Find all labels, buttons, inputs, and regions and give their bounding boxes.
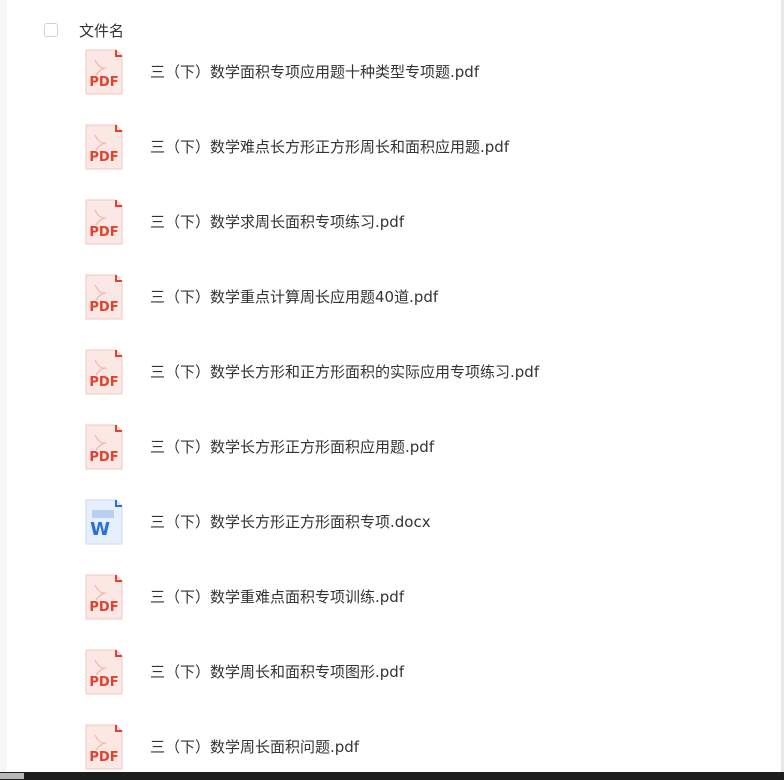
pdf-file-icon[interactable]: PDF [84, 423, 124, 471]
file-row[interactable]: PDF 三（下）数学周长和面积专项图形.pdf [0, 648, 781, 723]
file-name[interactable]: 三（下）数学难点长方形正方形周长和面积应用题.pdf [150, 137, 509, 157]
pdf-file-icon[interactable]: PDF [84, 723, 124, 771]
svg-text:PDF: PDF [89, 150, 118, 165]
select-all-checkbox[interactable] [44, 23, 58, 37]
svg-text:W: W [90, 519, 110, 540]
filename-column-header: 文件名 [79, 22, 125, 40]
file-row[interactable]: PDF 三（下）数学难点长方形正方形周长和面积应用题.pdf [0, 123, 781, 198]
pdf-file-icon[interactable]: PDF [84, 348, 124, 396]
pdf-file-icon[interactable]: PDF [84, 48, 124, 96]
pdf-file-icon[interactable]: PDF [84, 573, 124, 621]
pdf-file-icon[interactable]: PDF [84, 648, 124, 696]
file-row[interactable]: PDF 三（下）数学面积专项应用题十种类型专项题.pdf [0, 48, 781, 123]
file-row[interactable]: PDF 三（下）数学长方形正方形面积应用题.pdf [0, 423, 781, 498]
file-name[interactable]: 三（下）数学长方形正方形面积专项.docx [150, 512, 431, 532]
pdf-file-icon[interactable]: PDF [84, 123, 124, 171]
file-name[interactable]: 三（下）数学重点计算周长应用题40道.pdf [150, 287, 438, 307]
file-name[interactable]: 三（下）数学面积专项应用题十种类型专项题.pdf [150, 62, 479, 82]
file-row[interactable]: PDF 三（下）数学重难点面积专项训练.pdf [0, 573, 781, 648]
file-name[interactable]: 三（下）数学长方形和正方形面积的实际应用专项练习.pdf [150, 362, 539, 382]
file-row[interactable]: W 三（下）数学长方形正方形面积专项.docx [0, 498, 781, 573]
word-file-icon[interactable]: W [84, 498, 124, 546]
svg-text:PDF: PDF [89, 675, 118, 690]
svg-text:PDF: PDF [89, 750, 118, 765]
svg-text:PDF: PDF [89, 600, 118, 615]
svg-text:PDF: PDF [89, 225, 118, 240]
file-row[interactable]: PDF 三（下）数学求周长面积专项练习.pdf [0, 198, 781, 273]
file-name[interactable]: 三（下）数学周长面积问题.pdf [150, 737, 359, 757]
file-name[interactable]: 三（下）数学求周长面积专项练习.pdf [150, 212, 404, 232]
svg-text:PDF: PDF [89, 300, 118, 315]
horizontal-scrollbar-thumb[interactable] [0, 773, 24, 779]
svg-text:PDF: PDF [89, 75, 118, 90]
svg-text:PDF: PDF [89, 375, 118, 390]
pdf-file-icon[interactable]: PDF [84, 198, 124, 246]
file-row[interactable]: PDF 三（下）数学长方形和正方形面积的实际应用专项练习.pdf [0, 348, 781, 423]
file-list-page: 文件名 PDF 三（下）数学面积专项应用题十种类型专项题.pdf PDF 三（下）数学… [0, 0, 784, 780]
svg-text:PDF: PDF [89, 450, 118, 465]
file-name[interactable]: 三（下）数学周长和面积专项图形.pdf [150, 662, 404, 682]
horizontal-scrollbar[interactable] [0, 772, 784, 780]
file-name[interactable]: 三（下）数学长方形正方形面积应用题.pdf [150, 437, 434, 457]
file-name[interactable]: 三（下）数学重难点面积专项训练.pdf [150, 587, 404, 607]
pdf-file-icon[interactable]: PDF [84, 273, 124, 321]
file-row[interactable]: PDF 三（下）数学重点计算周长应用题40道.pdf [0, 273, 781, 348]
